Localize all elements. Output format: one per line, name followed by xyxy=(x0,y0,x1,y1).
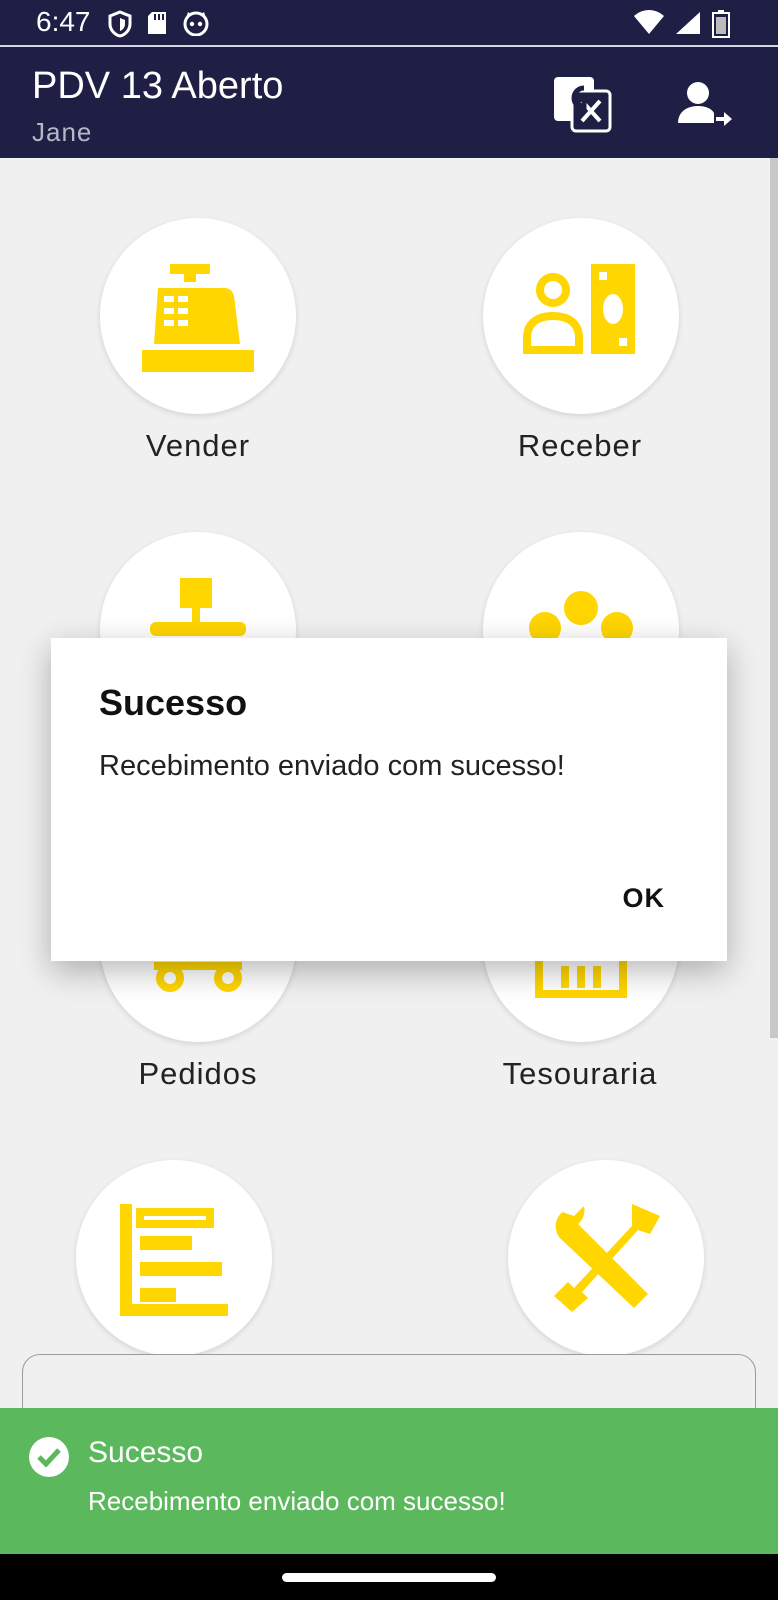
toast-message: Recebimento enviado com sucesso! xyxy=(88,1486,506,1516)
status-time: 6:47 xyxy=(36,6,91,37)
status-icons-left xyxy=(108,10,210,38)
navigation-bar xyxy=(0,1554,778,1600)
logout-user-icon xyxy=(678,82,732,126)
page-title: PDV 13 Aberto xyxy=(32,65,284,107)
toast-title: Sucesso xyxy=(88,1436,204,1469)
check-circle-icon xyxy=(29,1437,69,1477)
battery-icon xyxy=(712,10,730,38)
user-name: Jane xyxy=(32,117,93,147)
translate-icon xyxy=(554,77,612,133)
cat-face-icon xyxy=(182,10,210,38)
status-bar: 6:47 xyxy=(0,0,778,47)
shield-icon xyxy=(108,10,132,38)
ok-button[interactable]: OK xyxy=(623,883,666,914)
wifi-icon xyxy=(634,10,664,38)
logout-button[interactable] xyxy=(676,75,736,135)
success-dialog: Sucesso Recebimento enviado com sucesso!… xyxy=(51,638,727,961)
signal-icon xyxy=(674,10,702,38)
status-icons-right xyxy=(634,10,730,38)
app-bar: PDV 13 Aberto Jane xyxy=(0,47,778,158)
home-handle[interactable] xyxy=(282,1573,496,1582)
success-toast[interactable]: Sucesso Recebimento enviado com sucesso! xyxy=(0,1408,778,1554)
dialog-title: Sucesso xyxy=(99,682,248,723)
translate-button[interactable] xyxy=(552,75,612,135)
dialog-message: Recebimento enviado com sucesso! xyxy=(99,750,565,782)
sd-card-icon xyxy=(146,10,168,38)
